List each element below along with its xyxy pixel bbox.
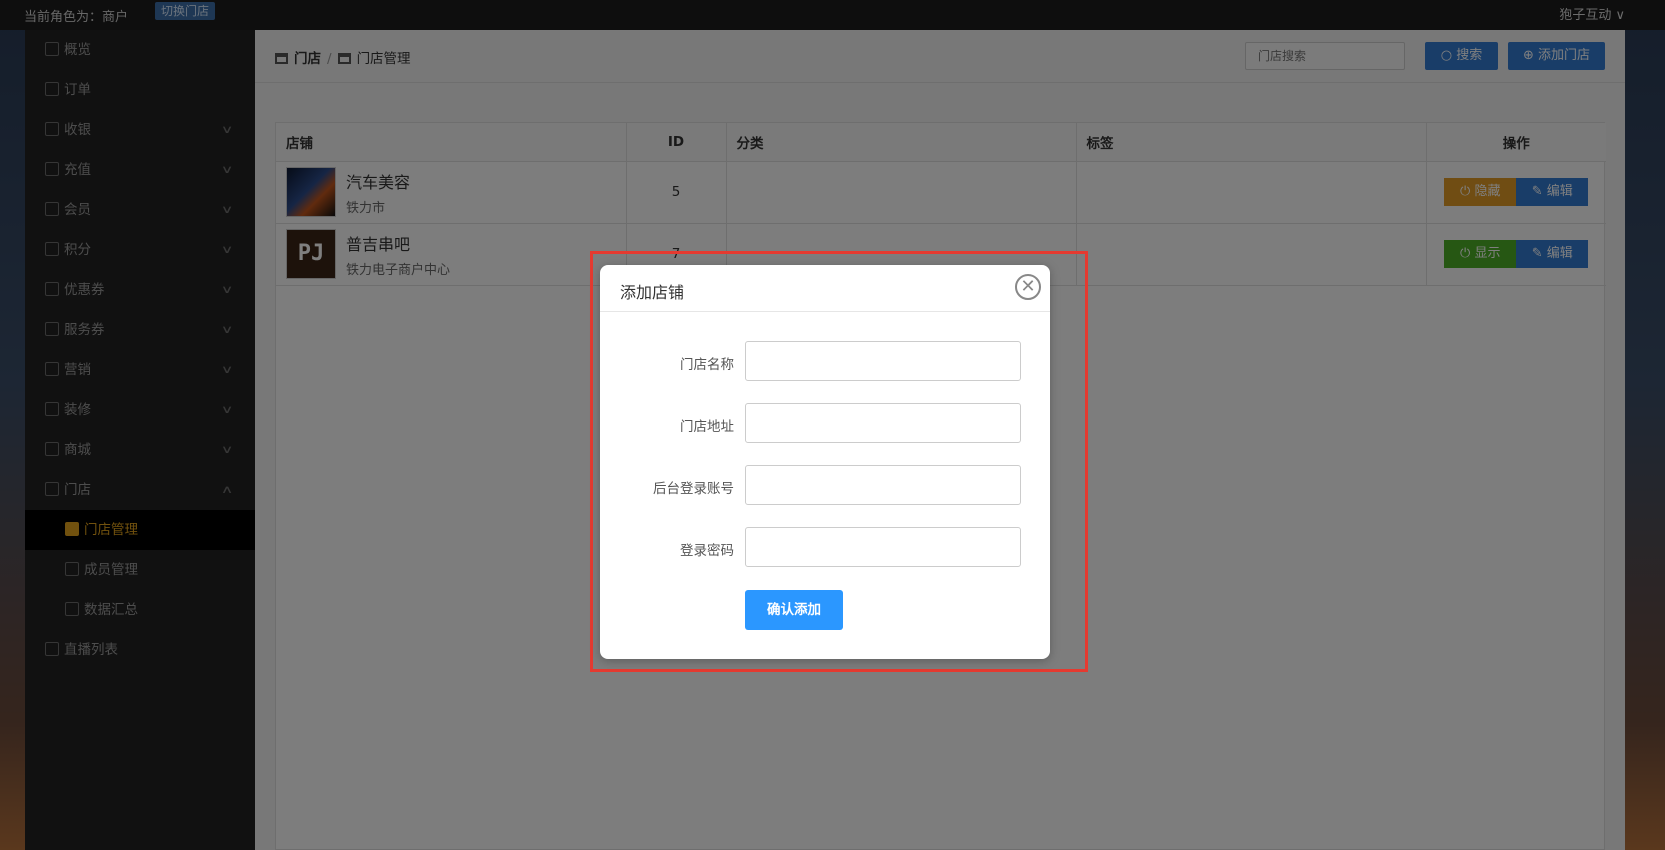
close-icon[interactable]: ✕ bbox=[1015, 274, 1041, 300]
store-name-input[interactable] bbox=[745, 341, 1021, 381]
admin-account-label: 后台登录账号 bbox=[653, 481, 734, 497]
store-address-label: 门店地址 bbox=[680, 419, 734, 435]
form-row: 门店地址 bbox=[600, 403, 1050, 443]
admin-account-input[interactable] bbox=[745, 465, 1021, 505]
add-store-dialog: 添加店铺 ✕ 门店名称 门店地址 后台登录账号 登录密码 确认添加 bbox=[600, 265, 1050, 659]
confirm-add-button[interactable]: 确认添加 bbox=[745, 590, 843, 630]
password-label: 登录密码 bbox=[680, 543, 734, 559]
password-input[interactable] bbox=[745, 527, 1021, 567]
form-row: 登录密码 bbox=[600, 527, 1050, 567]
form-row: 门店名称 bbox=[600, 341, 1050, 381]
dialog-divider bbox=[600, 311, 1050, 312]
dialog-title: 添加店铺 bbox=[620, 283, 685, 302]
store-name-label: 门店名称 bbox=[680, 357, 734, 373]
store-address-input[interactable] bbox=[745, 403, 1021, 443]
form-row: 后台登录账号 bbox=[600, 465, 1050, 505]
